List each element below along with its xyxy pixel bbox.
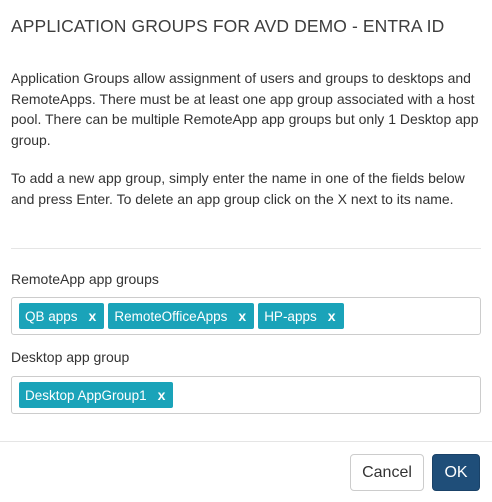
application-groups-dialog: APPLICATION GROUPS FOR AVD DEMO - ENTRA …	[0, 0, 492, 502]
tag-label: RemoteOfficeApps	[114, 308, 228, 324]
remove-tag-icon[interactable]: x	[238, 309, 246, 323]
description-paragraph: Application Groups allow assignment of u…	[11, 70, 479, 148]
remoteapp-groups-field[interactable]: QB apps x RemoteOfficeApps x HP-apps x	[11, 297, 492, 335]
remoteapp-groups-label: RemoteApp app groups	[11, 271, 159, 287]
tag-remoteapp-group: HP-apps x	[258, 303, 344, 329]
tag-label: HP-apps	[264, 308, 317, 324]
remoteapp-group-input[interactable]	[347, 303, 492, 329]
section-divider	[11, 248, 481, 249]
ok-button[interactable]: OK	[432, 454, 480, 491]
remove-tag-icon[interactable]: x	[89, 309, 97, 323]
desktop-group-label: Desktop app group	[11, 349, 130, 365]
tag-label: QB apps	[25, 308, 78, 324]
desktop-group-input[interactable]	[177, 382, 473, 408]
tag-remoteapp-group: RemoteOfficeApps x	[108, 303, 255, 329]
cancel-button[interactable]: Cancel	[350, 454, 424, 491]
tag-remoteapp-group: QB apps x	[19, 303, 105, 329]
tag-label: Desktop AppGroup1	[25, 387, 147, 403]
instructions-paragraph: To add a new app group, simply enter the…	[11, 170, 465, 207]
tag-desktop-group: Desktop AppGroup1 x	[19, 382, 174, 408]
remove-tag-icon[interactable]: x	[328, 309, 336, 323]
desktop-group-field[interactable]: Desktop AppGroup1 x	[11, 376, 481, 414]
footer-divider	[0, 441, 492, 442]
remove-tag-icon[interactable]: x	[158, 388, 166, 402]
dialog-title: APPLICATION GROUPS FOR AVD DEMO - ENTRA …	[11, 16, 445, 36]
